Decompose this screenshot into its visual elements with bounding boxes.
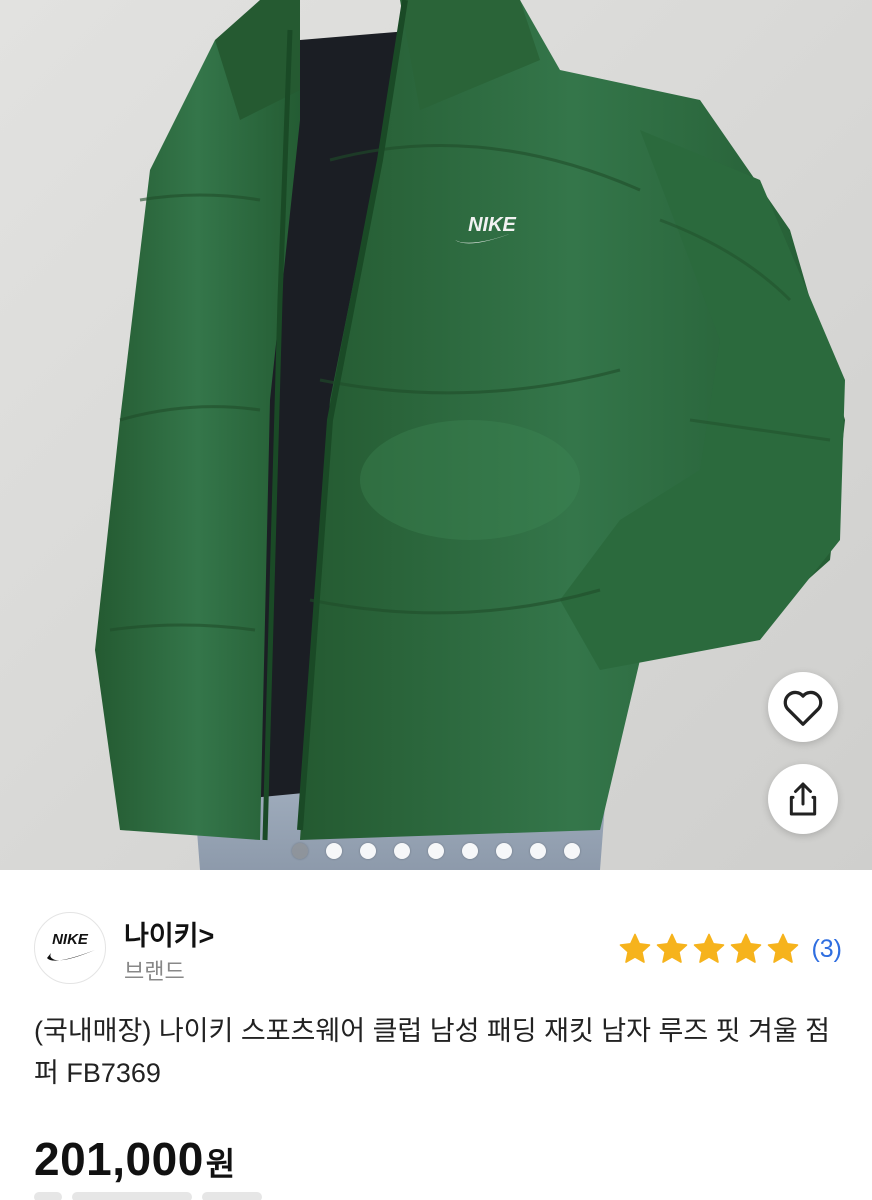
next-section-peek (34, 1192, 274, 1200)
carousel-dot[interactable] (462, 843, 478, 859)
heart-icon (783, 690, 823, 726)
brand-logo-avatar[interactable]: NIKE (34, 912, 106, 984)
carousel-dot[interactable] (428, 843, 444, 859)
star-icon (694, 933, 725, 963)
rating-summary[interactable]: (3) (618, 932, 842, 966)
share-button[interactable] (768, 764, 838, 834)
price-value: 201,000 (34, 1133, 204, 1185)
rating-stars (618, 932, 800, 966)
brand-logo-on-jacket: NIKE (468, 214, 516, 236)
price-unit: 원 (205, 1146, 236, 1182)
carousel-indicator (0, 843, 872, 859)
product-title: (국내매장) 나이키 스포츠웨어 클럽 남성 패딩 재킷 남자 루즈 핏 겨울 … (34, 1016, 831, 1088)
carousel-dot[interactable] (326, 843, 342, 859)
svg-text:NIKE: NIKE (52, 931, 89, 948)
product-image-carousel[interactable]: NIKE (0, 0, 872, 870)
share-icon (789, 782, 817, 816)
carousel-dot[interactable] (564, 843, 580, 859)
carousel-dot[interactable] (530, 843, 546, 859)
carousel-dot[interactable] (292, 843, 308, 859)
carousel-dot[interactable] (496, 843, 512, 859)
jacket-photo: NIKE (0, 0, 872, 870)
product-detail-page: NIKE NIKE 나이키> 브랜드 (3) (국내매장) 나이키 스포츠웨어 … (0, 0, 872, 1200)
seller-type-label: 브랜드 (124, 959, 185, 984)
star-icon (657, 933, 688, 963)
nike-logo-icon: NIKE (47, 931, 95, 961)
star-icon (620, 933, 651, 963)
seller-name-link[interactable]: 나이키> (124, 914, 214, 953)
seller-row: NIKE 나이키> 브랜드 (3) (34, 912, 842, 986)
star-icon (731, 933, 762, 963)
carousel-dot[interactable] (360, 843, 376, 859)
product-price: 201,000원 (34, 1132, 236, 1186)
like-button[interactable] (768, 672, 838, 742)
carousel-dot[interactable] (394, 843, 410, 859)
star-icon (768, 933, 799, 963)
rating-count-link[interactable]: (3) (811, 935, 842, 964)
